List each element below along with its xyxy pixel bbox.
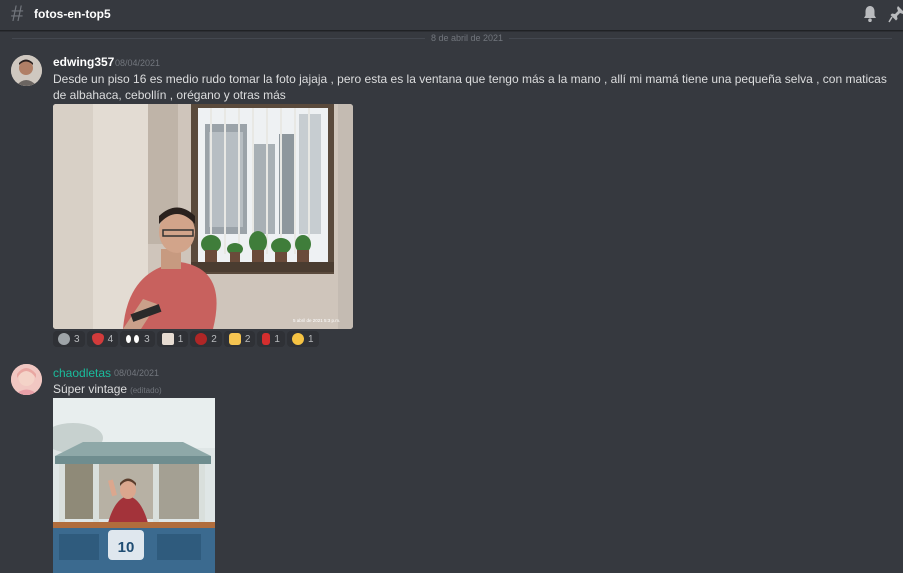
reaction-count: 4 [107,333,114,345]
channel-header: # fotos-en-top5 [0,0,903,31]
message-text: Súper vintage (editado) [53,381,162,399]
thumbs-up-icon [228,333,241,345]
reaction-cat[interactable]: 1 [156,331,189,347]
reaction-count: 1 [274,333,280,345]
reactions-bar: 3 4 3 1 2 2 1 1 [53,331,319,347]
reaction-red-figure[interactable]: 1 [257,331,285,347]
reaction-count: 3 [74,333,80,345]
reaction-thumbs-up[interactable]: 2 [223,331,256,347]
lips-icon [91,333,104,345]
reaction-lips[interactable]: 4 [86,331,119,347]
avatar[interactable] [11,55,42,86]
pin-icon[interactable] [888,5,903,23]
reaction-alien[interactable]: 3 [53,331,85,347]
edited-label: (editado) [130,386,162,395]
photo-badge: 10 [118,539,135,556]
username[interactable]: edwing357 [53,55,114,69]
reaction-lips-dark[interactable]: 2 [190,331,222,347]
reaction-eyes[interactable]: 3 [120,331,155,347]
lips-dark-icon [195,333,208,345]
avatar[interactable] [11,364,42,395]
reaction-count: 1 [177,333,184,345]
channel-name: fotos-en-top5 [34,7,111,21]
hashtag-icon: # [11,1,24,26]
timestamp: 08/04/2021 [114,368,160,378]
alien-icon [58,333,70,345]
message-text: Desde un piso 16 es medio rudo tomar la … [53,72,887,102]
bell-icon[interactable] [862,5,878,23]
timestamp: 08/04/2021 [115,58,161,68]
red-figure-icon [262,333,271,345]
cat-icon [161,333,174,345]
attachment-image[interactable]: 5 abril de 2021 5:3 p.m. [53,104,353,329]
photo-caption: 5 abril de 2021 5:3 p.m. [293,318,340,323]
date-divider: 8 de abril de 2021 [425,32,510,44]
message-body: Súper vintage [53,382,128,396]
eyes-icon [125,334,141,344]
hugging-face-icon [291,333,304,345]
reaction-count: 1 [307,333,314,345]
reaction-count: 2 [244,333,251,345]
username[interactable]: chaodletas [53,366,111,380]
reaction-hugging[interactable]: 1 [286,331,319,347]
attachment-image[interactable]: 10 [53,398,215,573]
reaction-count: 3 [144,333,150,345]
reaction-count: 2 [211,333,217,345]
